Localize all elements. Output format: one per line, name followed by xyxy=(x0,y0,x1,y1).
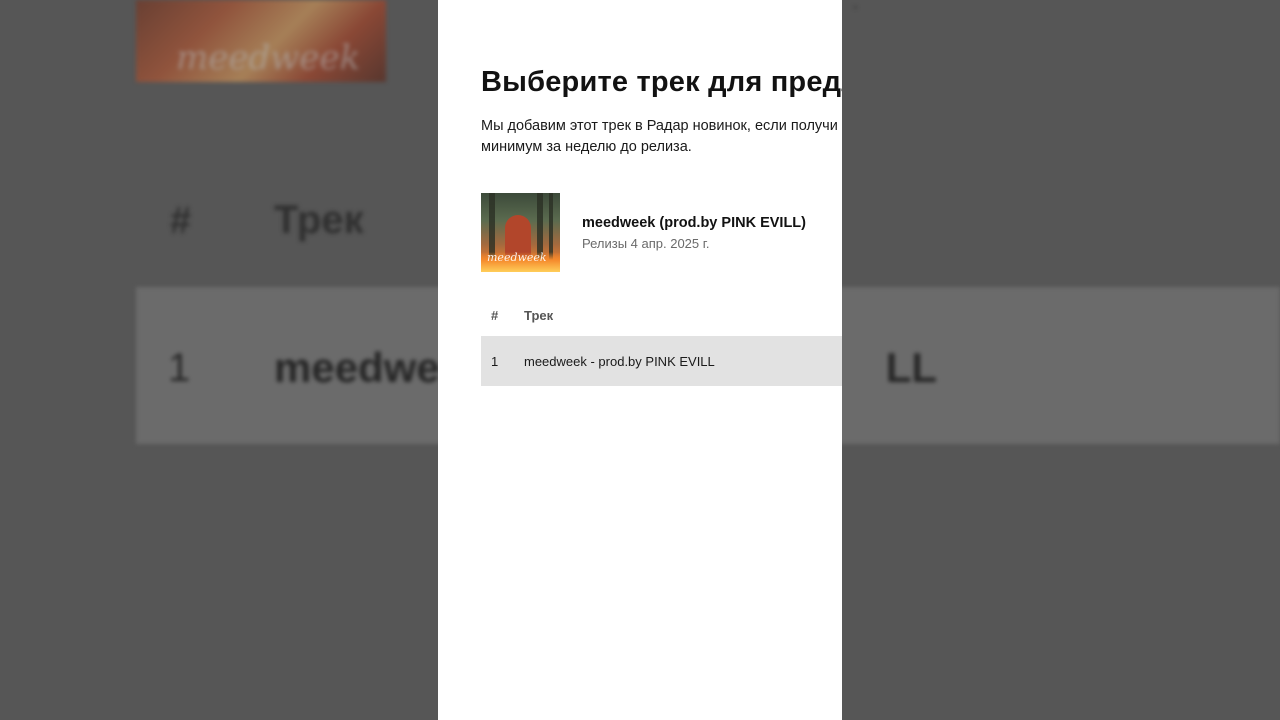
track-table: # Трек 1 meedweek - prod.by PINK EVILL xyxy=(481,299,842,386)
screen: meedweek · # Трек 1 meedwe LL Выберите тр… xyxy=(0,0,1280,720)
background-header-track: Трек xyxy=(274,198,364,242)
background-row-title-left: meedwe xyxy=(274,344,440,391)
background-dot: · xyxy=(852,0,859,18)
release-card: meedweek meedweek (prod.by PINK EVILL) Р… xyxy=(481,193,842,273)
release-name: meedweek (prod.by PINK EVILL) xyxy=(582,215,806,231)
table-header: # Трек xyxy=(481,299,842,335)
cover-text: meedweek xyxy=(487,251,547,264)
background-cover-text: meedweek xyxy=(176,38,361,78)
dialog-description-line-2: минимум за неделю до релиза. xyxy=(481,139,692,155)
background-row-title-right: LL xyxy=(885,344,938,391)
column-header-number: # xyxy=(491,308,499,323)
background-header-number: # xyxy=(170,200,192,242)
dialog-description-line-1: Мы добавим этот трек в Радар новинок, ес… xyxy=(481,118,838,134)
background-row-number: 1 xyxy=(168,346,191,390)
dialog-title: Выберите трек для предл xyxy=(481,66,842,98)
column-header-track: Трек xyxy=(524,308,554,323)
track-title: meedweek - prod.by PINK EVILL xyxy=(524,354,715,369)
album-cover: meedweek xyxy=(481,193,560,272)
select-track-dialog: Выберите трек для предл Мы добавим этот … xyxy=(438,0,842,720)
track-number: 1 xyxy=(491,354,499,369)
release-date: Релизы 4 апр. 2025 г. xyxy=(582,236,710,251)
background-album-cover: meedweek xyxy=(136,0,386,82)
table-row[interactable]: 1 meedweek - prod.by PINK EVILL xyxy=(481,336,842,386)
dialog-description: Мы добавим этот трек в Радар новинок, ес… xyxy=(481,116,842,158)
